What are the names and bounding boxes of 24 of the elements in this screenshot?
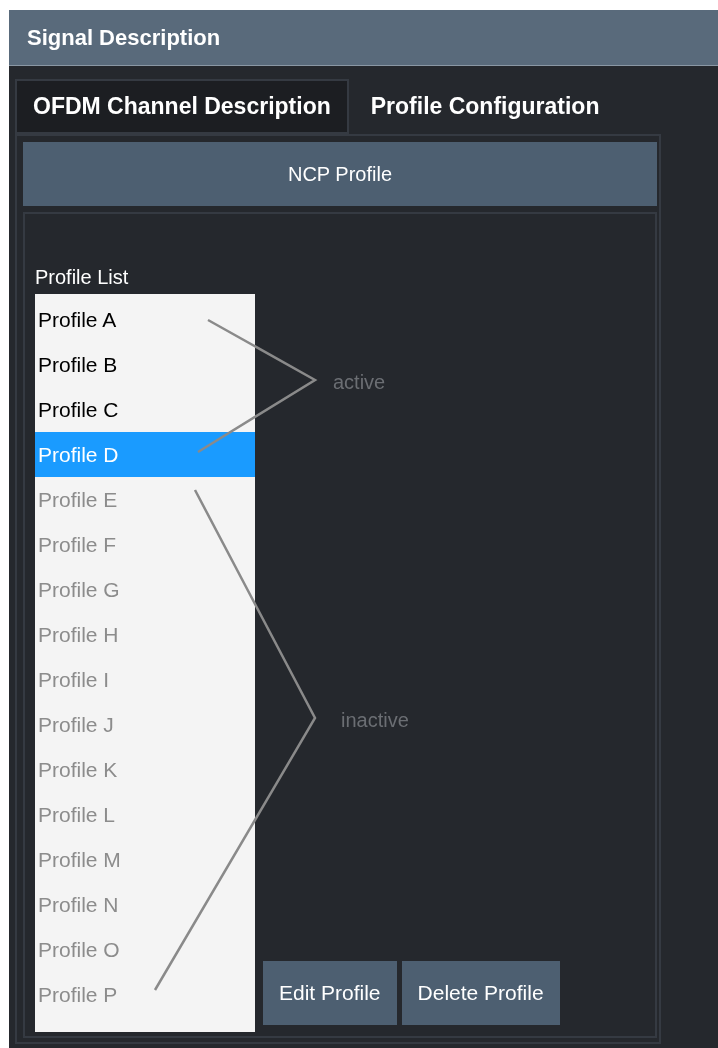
profile-button[interactable]: Edit Profile	[263, 961, 397, 1025]
list-item[interactable]: Profile H	[35, 612, 255, 657]
list-item[interactable]: Profile L	[35, 792, 255, 837]
list-item[interactable]: Profile G	[35, 567, 255, 612]
list-item[interactable]: Profile F	[35, 522, 255, 567]
list-item[interactable]: Profile K	[35, 747, 255, 792]
list-item[interactable]: Profile J	[35, 702, 255, 747]
annotation-label: inactive	[341, 708, 409, 733]
list-item[interactable]: Profile O	[35, 927, 255, 972]
window-title: Signal Description	[27, 24, 221, 52]
annotation-label: active	[333, 370, 386, 395]
ncp-profile-button[interactable]: NCP Profile	[23, 142, 657, 206]
list-item[interactable]: Profile B	[35, 342, 255, 387]
list-label: Profile List	[35, 265, 130, 290]
list-item[interactable]: Profile D	[35, 432, 255, 477]
list-item[interactable]: Profile P	[35, 972, 255, 1017]
profile-button[interactable]: Delete Profile	[401, 961, 560, 1025]
list-item[interactable]: Profile M	[35, 837, 255, 882]
list-item[interactable]: Profile A	[35, 297, 255, 342]
list-item[interactable]: Profile E	[35, 477, 255, 522]
list-item[interactable]: Profile N	[35, 882, 255, 927]
list-item[interactable]: Profile C	[35, 387, 255, 432]
tab[interactable]: OFDM Channel Description	[15, 79, 349, 134]
list-item[interactable]: Profile I	[35, 657, 255, 702]
